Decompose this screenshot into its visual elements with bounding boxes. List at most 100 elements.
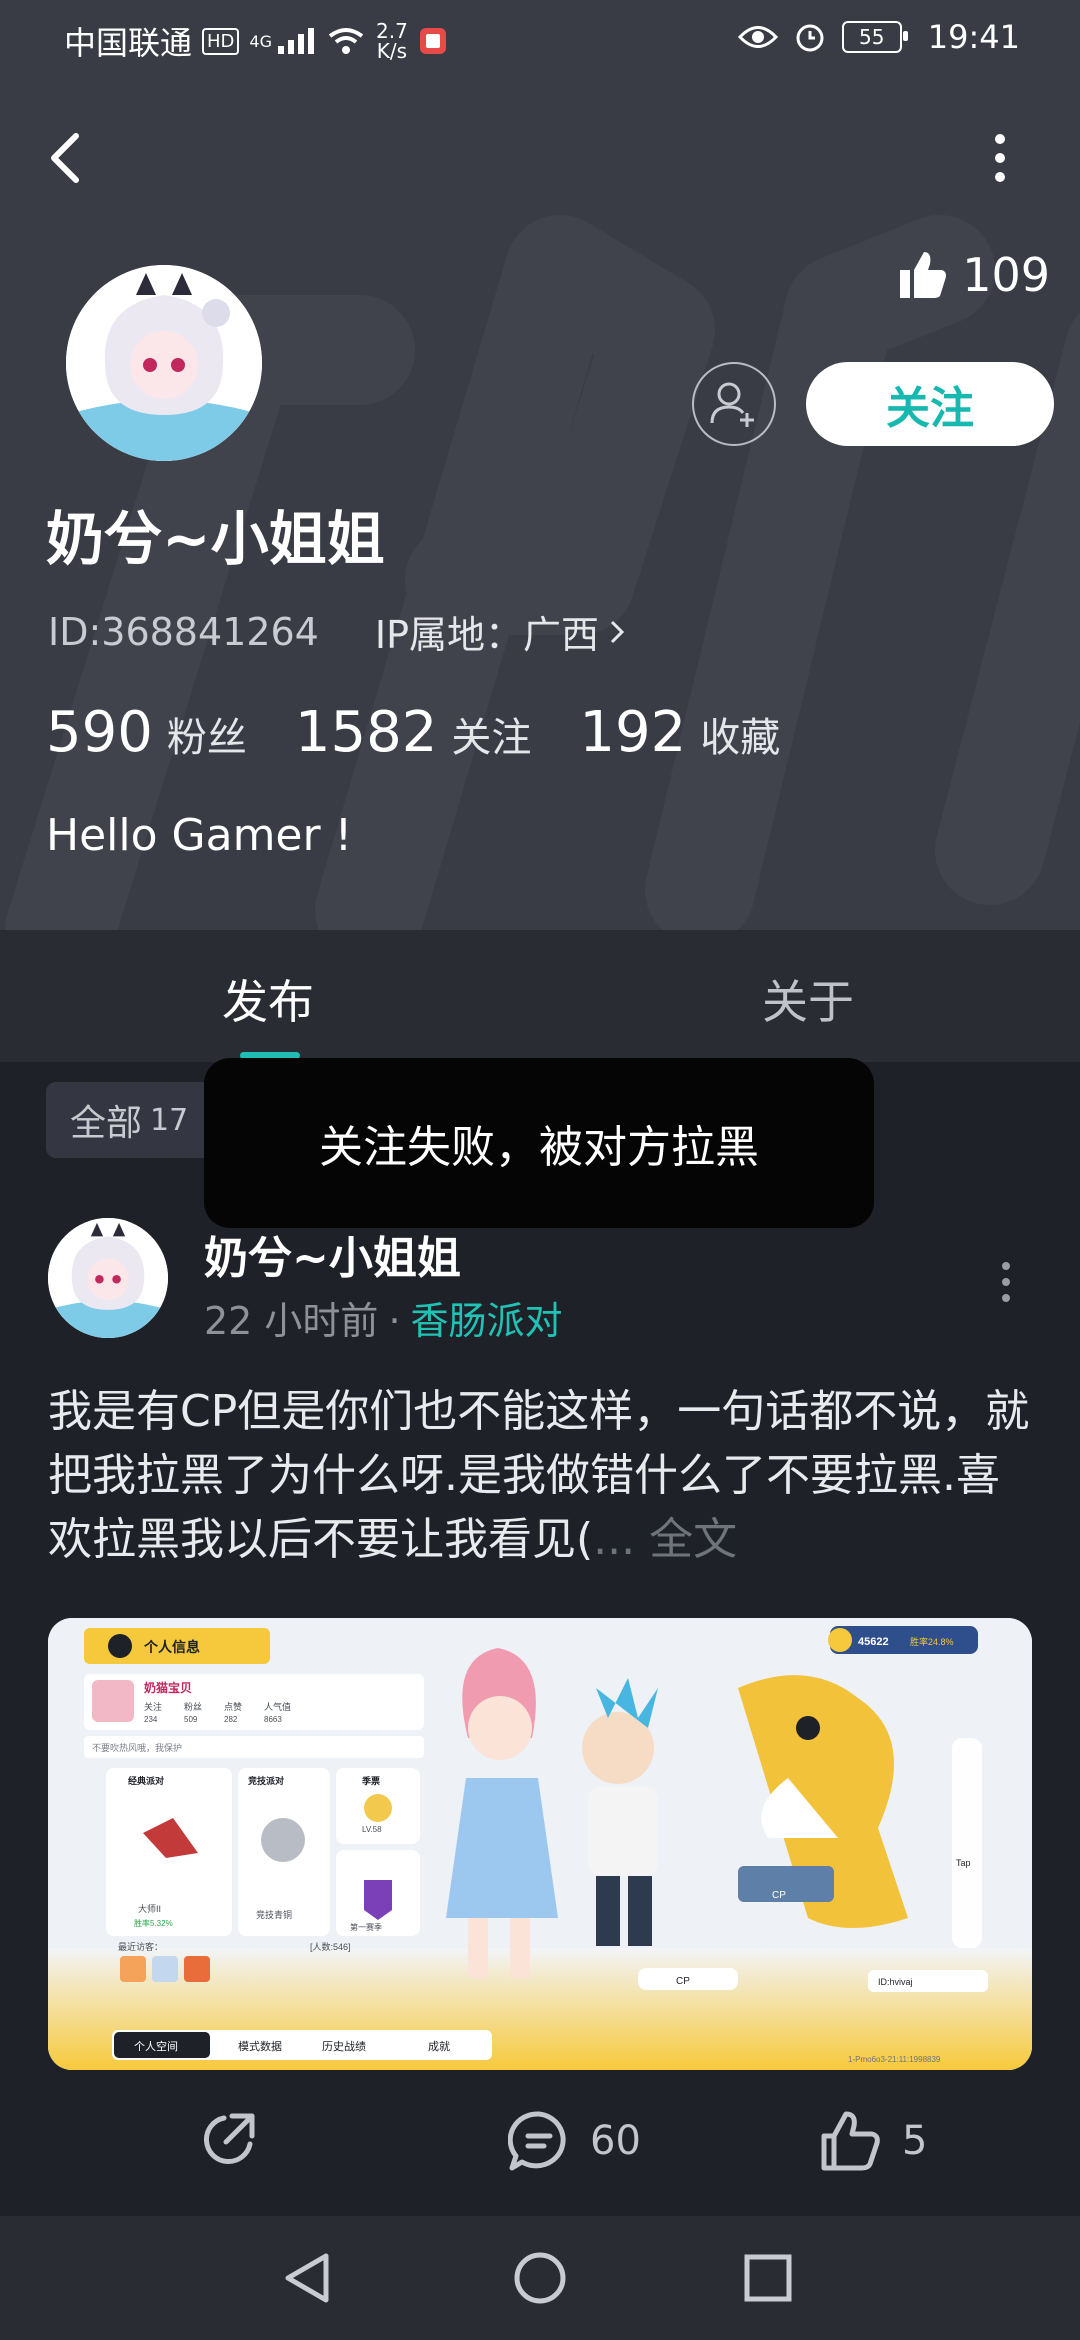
bottom-tab: 历史战绩 [322,2040,366,2053]
post-text: 我是有CP但是你们也不能这样，一句话都不说，就把我拉黑了为什么呀.是我做错什么了… [48,1386,1030,1565]
post-more-button[interactable] [986,1252,1026,1312]
chip-all[interactable]: 全部 17 [46,1082,213,1158]
anime-avatar-image [66,265,262,461]
carrier-label: 中国联通 [64,24,193,62]
follow-button[interactable]: 关注 [806,362,1054,446]
post-author-name[interactable]: 奶兮~小姐姐 [204,1222,461,1286]
stat-value: 282 [224,1715,238,1724]
meta-separator: · [388,1299,401,1343]
network-type: 4G [249,31,272,51]
circle-home-icon [514,2252,566,2304]
post-time: 22 小时前 [204,1299,379,1343]
ip-location-label: IP属地：广西 [374,613,599,657]
stat-favorites[interactable]: 192 收藏 [579,700,780,765]
cp-selector: CP [676,1976,690,1987]
eye-icon [737,26,778,48]
stat-following[interactable]: 1582 关注 [295,700,532,765]
stat-value: 590 [46,700,153,765]
tap-label: Tap [956,1858,971,1868]
comment-count: 60 [590,2118,641,2164]
share-icon [203,2113,255,2165]
comment-icon [508,2111,566,2171]
profile-likes: 109 [898,248,1050,302]
stat-label: 点赞 [224,1701,242,1712]
visitor-count: [人数:546] [310,1941,351,1952]
comment-button[interactable]: 60 [508,2110,641,2172]
profile-name: 奶兮~小姐姐 [46,505,385,573]
nav-back-button[interactable] [276,2246,340,2310]
chevron-right-icon [610,620,625,643]
cp-tag: CP [772,1890,786,1901]
speed-value: 2.7 [376,19,408,43]
thumbs-up-icon [900,252,947,298]
nav-recents-button[interactable] [736,2246,800,2310]
bottom-tab: 个人空间 [134,2039,178,2053]
stat-label: 粉丝 [166,715,247,761]
profile-stats: 590 粉丝 1582 关注 192 收藏 [46,700,780,765]
post-game-link[interactable]: 香肠派对 [411,1299,563,1343]
card-title: 竞技派对 [247,1775,284,1786]
system-nav-bar [0,2216,1080,2340]
post-actions: 60 5 [0,2110,1080,2190]
tab-about[interactable]: 关于 [762,966,854,1032]
profile-bio: Hello Gamer ! [46,810,353,861]
card-title: 经典派对 [128,1775,164,1786]
add-user-icon [710,382,754,427]
nav-home-button[interactable] [508,2246,572,2310]
card-title: 季票 [361,1775,380,1786]
chip-label: 全部 [70,1103,143,1144]
toast-message: 关注失败，被对方拉黑 [204,1058,874,1228]
stat-label: 关注 [451,715,532,761]
back-button[interactable] [36,128,96,188]
stat-label: 人气值 [264,1701,291,1712]
stat-value: 234 [144,1715,158,1724]
read-more-link[interactable]: ... 全文 [593,1514,737,1565]
alarm-icon [796,24,824,52]
add-friend-button[interactable] [692,362,776,446]
like-button[interactable]: 5 [820,2110,927,2172]
post-image[interactable]: 个人信息 奶猫宝贝 关注 粉丝 点赞 人气值 234 509 282 8663 … [48,1618,1032,2070]
post-author-avatar[interactable] [48,1218,168,1338]
thumbs-up-outline-icon [821,2111,880,2171]
stat-value: 192 [579,700,687,765]
tab-posts[interactable]: 发布 [222,966,314,1032]
post-meta: 22 小时前 · 香肠派对 [204,1290,563,1345]
chevron-left-icon [51,133,79,183]
player-name: 奶猫宝贝 [144,1680,192,1695]
stat-followers[interactable]: 590 粉丝 [46,700,247,765]
ip-location[interactable]: IP属地：广西 [375,604,625,659]
id-row: ID:368841264 IP属地：广西 [48,604,625,659]
more-options-button[interactable] [970,128,1030,188]
stat-label: 粉丝 [184,1701,202,1712]
post-body[interactable]: 我是有CP但是你们也不能这样，一句话都不说，就把我拉黑了为什么呀.是我做错什么了… [48,1380,1038,1572]
share-button[interactable] [196,2110,258,2172]
battery-level: 55 [859,25,885,49]
percent: 胜率24.8% [910,1636,954,1647]
clock: 19:41 [927,18,1020,56]
profile-avatar[interactable] [66,265,262,461]
stat-value: 1582 [294,700,438,765]
bottom-tab: 模式数据 [238,2039,282,2053]
stat-value: 8663 [264,1715,282,1724]
speed-unit: K/s [376,39,408,63]
more-vertical-icon [995,134,1005,182]
anime-avatar-image [48,1218,168,1338]
footer-text: 1-Pmo6o3-21:11:1998839 [848,2055,941,2064]
triangle-back-icon [285,2253,329,2303]
stat-value: 509 [184,1715,198,1724]
stat-label: 关注 [144,1701,162,1712]
card-sub: 竞技青铜 [256,1909,292,1920]
battery-indicator: 55 [841,21,908,53]
rate-text: 胜率5.32% [134,1918,173,1928]
coins: 45622 [858,1636,889,1648]
signature: 不要吹热风哦，我保护 [92,1742,182,1753]
card-sub: 第一赛季 [350,1922,382,1932]
hd-badge: HD [202,27,240,55]
profile-tabs: 发布 关于 [0,930,1080,1062]
card-sub: 大师II [138,1903,161,1914]
profile-header: 中国联通 HD 4G 2.7 K/s 55 19:41 109 关注 奶兮~小姐… [0,0,1080,930]
stat-label: 收藏 [700,715,781,761]
app-notification-icon [419,28,446,54]
signal-icon [278,28,314,54]
recent-visitors-label: 最近访客： [118,1941,163,1952]
